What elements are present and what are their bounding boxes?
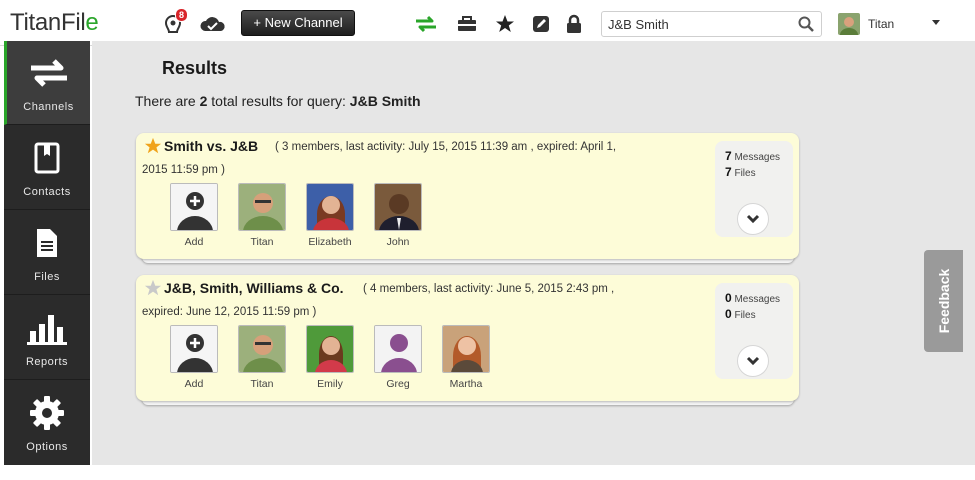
channel-meta: ( 4 members, last activity: June 5, 2015… — [363, 283, 615, 295]
messages-count: 0 Messages — [725, 291, 781, 305]
user-menu[interactable]: Titan — [838, 12, 894, 36]
member[interactable]: Greg — [364, 325, 432, 390]
channel-stats: 7 Messages 7 Files — [715, 141, 793, 237]
feedback-label: Feedback — [935, 268, 952, 334]
avatar[interactable] — [306, 183, 354, 231]
cloud-upload-icon[interactable] — [198, 12, 228, 36]
member-name: Add — [184, 378, 204, 390]
sidebar-item-options[interactable]: Options — [4, 381, 90, 465]
star-icon[interactable] — [144, 137, 162, 155]
gear-icon — [4, 395, 90, 431]
contacts-book-icon — [4, 140, 90, 176]
chevron-down-icon — [746, 356, 760, 366]
files-count: 0 Files — [725, 307, 756, 321]
member[interactable]: John — [364, 183, 432, 248]
edit-icon[interactable] — [528, 12, 554, 36]
avatar[interactable] — [238, 325, 286, 373]
avatar[interactable] — [374, 325, 422, 373]
sidebar-item-channels[interactable]: Channels — [4, 41, 90, 125]
user-avatar — [838, 13, 860, 35]
messages-count: 7 Messages — [725, 149, 781, 163]
sidebar-item-label: Reports — [25, 356, 69, 368]
chevron-down-icon[interactable] — [932, 20, 940, 25]
sidebar-item-label: Files — [34, 271, 60, 283]
channel-meta: 2015 11:59 pm ) — [142, 164, 225, 176]
star-icon[interactable] — [144, 279, 162, 297]
channel-card[interactable]: Smith vs. J&B ( 3 members, last activity… — [136, 133, 799, 259]
bar-chart-icon — [4, 310, 90, 346]
search-icon[interactable] — [798, 16, 814, 37]
main-content: Results There are 2 total results for qu… — [92, 41, 975, 465]
sidebar-item-label: Channels — [23, 101, 74, 113]
chevron-down-icon — [746, 214, 760, 224]
member-name: Martha — [449, 378, 483, 390]
channel-meta: ( 3 members, last activity: July 15, 201… — [275, 141, 617, 153]
member[interactable]: Titan — [228, 183, 296, 248]
member-add[interactable]: Add — [160, 325, 228, 390]
search-input[interactable] — [608, 15, 788, 33]
member-name: Titan — [250, 236, 274, 248]
notification-icon[interactable]: 8 — [160, 8, 188, 36]
sidebar-item-contacts[interactable]: Contacts — [4, 126, 90, 210]
channel-name[interactable]: Smith vs. J&B — [164, 138, 258, 154]
new-channel-button[interactable]: + New Channel — [241, 10, 355, 36]
member-name: Add — [184, 236, 204, 248]
notification-badge: 8 — [174, 8, 188, 22]
channel-card[interactable]: J&B, Smith, Williams & Co. ( 4 members, … — [136, 275, 799, 401]
member[interactable]: Emily — [296, 325, 364, 390]
files-count: 7 Files — [725, 165, 756, 179]
file-icon — [4, 225, 90, 261]
member-add[interactable]: Add — [160, 183, 228, 248]
toolbox-icon[interactable] — [454, 12, 480, 36]
sidebar-item-files[interactable]: Files — [4, 211, 90, 295]
sidebar: Channels Contacts Files Reports Options — [4, 41, 90, 465]
sidebar-item-reports[interactable]: Reports — [4, 296, 90, 380]
avatar[interactable] — [238, 183, 286, 231]
member-name: John — [386, 236, 410, 248]
channels-arrows-icon — [7, 55, 90, 91]
channel-stats: 0 Messages 0 Files — [715, 283, 793, 379]
avatar[interactable] — [374, 183, 422, 231]
sidebar-item-label: Options — [26, 441, 68, 453]
app-logo[interactable]: TitanFile — [10, 9, 99, 37]
transfer-arrows-icon[interactable] — [413, 12, 439, 36]
member-name: Emily — [317, 378, 343, 390]
add-member-icon[interactable] — [170, 183, 218, 231]
feedback-tab[interactable]: Feedback — [924, 250, 963, 352]
member-list: Add Titan Emily Greg Martha — [160, 325, 500, 390]
sidebar-item-label: Contacts — [23, 186, 71, 198]
member[interactable]: Elizabeth — [296, 183, 364, 248]
expand-button[interactable] — [737, 203, 769, 235]
member-name: Greg — [386, 378, 410, 390]
page-title: Results — [162, 58, 228, 78]
member[interactable]: Martha — [432, 325, 500, 390]
channel-name[interactable]: J&B, Smith, Williams & Co. — [164, 280, 344, 296]
star-icon[interactable] — [492, 12, 518, 36]
member-list: Add Titan Elizabeth John — [160, 183, 432, 248]
search-box — [601, 11, 822, 37]
results-summary: There are 2 total results for query: J&B… — [135, 93, 421, 109]
member-name: Elizabeth — [308, 236, 352, 248]
expand-button[interactable] — [737, 345, 769, 377]
user-name: Titan — [868, 17, 895, 31]
member-name: Titan — [250, 378, 274, 390]
top-bar: TitanFile 8 + New Channel Titan — [0, 0, 975, 46]
add-member-icon[interactable] — [170, 325, 218, 373]
member[interactable]: Titan — [228, 325, 296, 390]
lock-icon[interactable] — [561, 12, 587, 36]
avatar[interactable] — [442, 325, 490, 373]
channel-meta: expired: June 12, 2015 11:59 pm ) — [142, 306, 317, 318]
avatar[interactable] — [306, 325, 354, 373]
